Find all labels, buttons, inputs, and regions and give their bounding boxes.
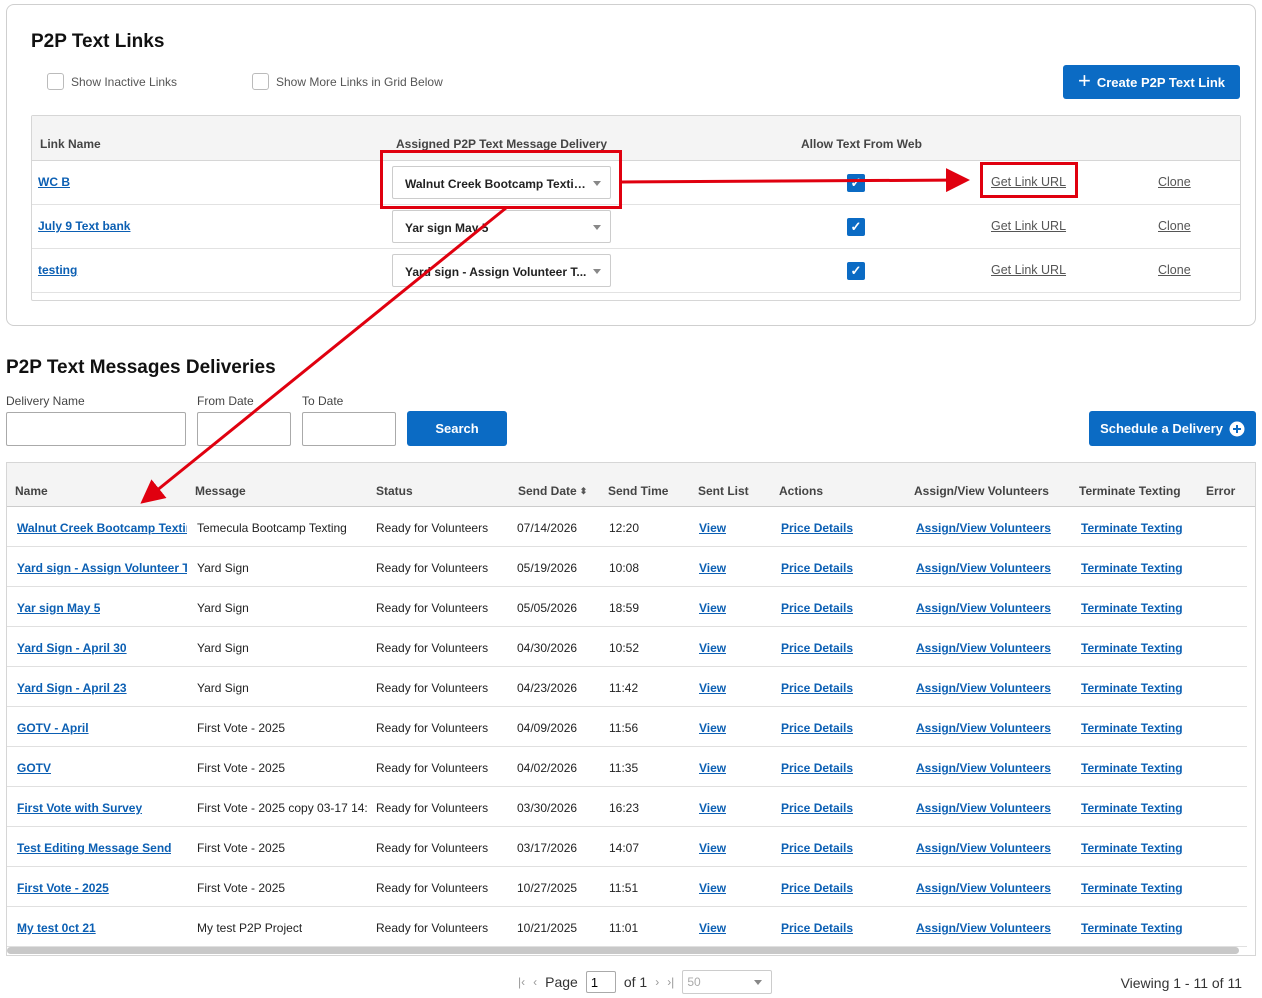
annotation-arrows [140,168,970,504]
arrow-to-get-link [621,168,970,193]
arrow-to-delivery-row [140,206,507,504]
